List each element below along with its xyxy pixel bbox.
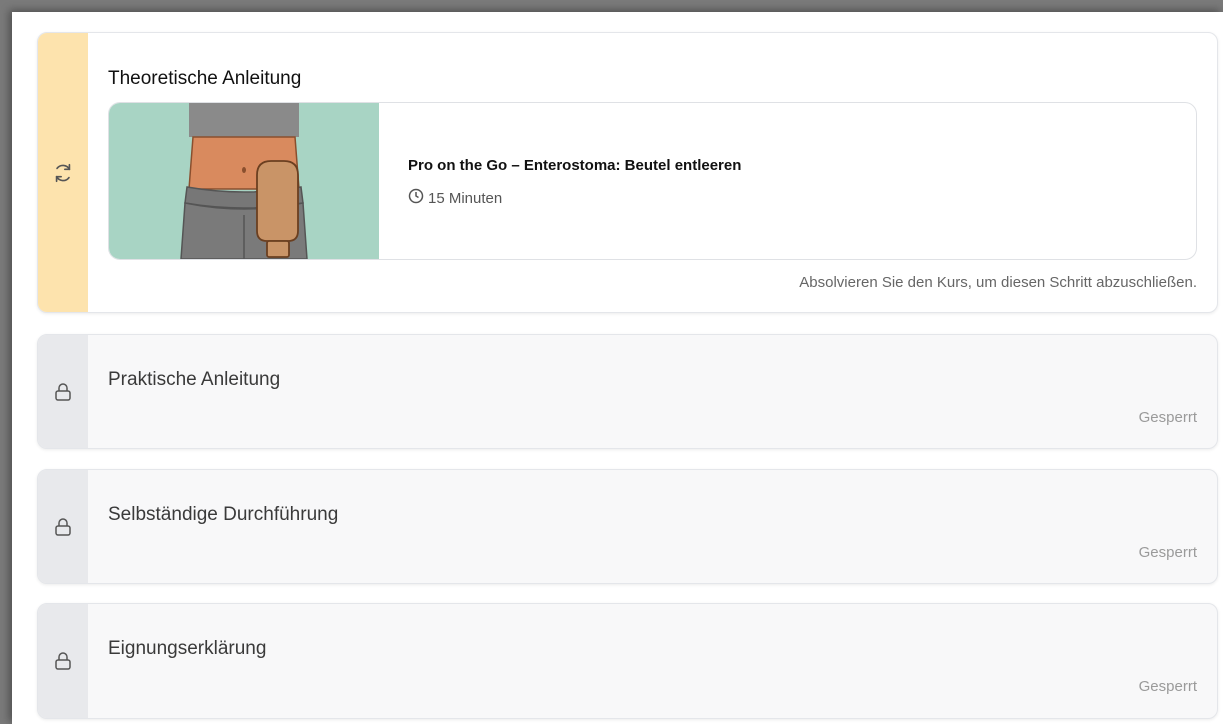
- duration-text: 15 Minuten: [428, 189, 503, 207]
- locked-status: Gesperrt: [1138, 678, 1197, 695]
- course-thumbnail: [109, 103, 379, 259]
- lock-icon: [53, 517, 73, 537]
- step-title: Selbständige Durchführung: [108, 504, 339, 525]
- step-independent: Selbständige Durchführung Gesperrt: [37, 469, 1218, 584]
- step-declaration: Eignungserklärung Gesperrt: [37, 603, 1218, 719]
- course-card[interactable]: Pro on the Go – Enterostoma: Beutel entl…: [108, 102, 1197, 260]
- step-title: Eignungserklärung: [108, 638, 267, 659]
- locked-status: Gesperrt: [1138, 544, 1197, 561]
- lock-icon: [53, 382, 73, 402]
- course-duration: 15 Minuten: [408, 188, 502, 208]
- step-rail: [38, 33, 88, 312]
- course-title: Pro on the Go – Enterostoma: Beutel entl…: [408, 157, 742, 174]
- lock-icon: [53, 651, 73, 671]
- step-practical: Praktische Anleitung Gesperrt: [37, 334, 1218, 449]
- step-rail: [38, 470, 88, 583]
- step-theoretical: Theoretische Anleitung Pro on the Go – E…: [37, 32, 1218, 313]
- step-hint: Absolvieren Sie den Kurs, um diesen Schr…: [799, 274, 1197, 291]
- clock-icon: [408, 188, 424, 208]
- step-rail: [38, 335, 88, 448]
- step-title: Praktische Anleitung: [108, 369, 281, 390]
- refresh-icon: [52, 162, 74, 184]
- step-title: Theoretische Anleitung: [108, 68, 302, 89]
- step-rail: [38, 604, 88, 718]
- locked-status: Gesperrt: [1138, 409, 1197, 426]
- steps-panel: Theoretische Anleitung Pro on the Go – E…: [12, 12, 1223, 724]
